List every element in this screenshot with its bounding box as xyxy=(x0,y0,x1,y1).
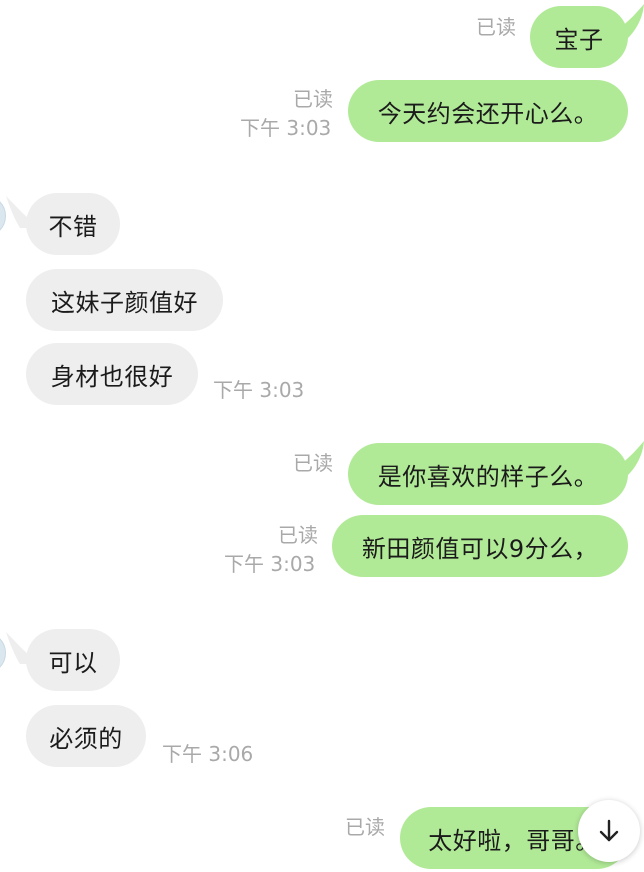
message-timestamp: 下午 3:03 xyxy=(240,116,332,140)
message-timestamp: 下午 3:03 xyxy=(213,378,305,402)
scroll-to-bottom-button[interactable] xyxy=(578,800,640,862)
message-bubble-incoming[interactable]: 身材也很好 xyxy=(26,343,198,405)
message-bubble-incoming[interactable]: 必须的 xyxy=(26,705,146,767)
message-bubble-outgoing[interactable]: 是你喜欢的样子么。 xyxy=(348,443,628,505)
read-receipt: 已读 xyxy=(278,523,318,547)
read-receipt: 已读 xyxy=(293,87,333,111)
message-timestamp: 下午 3:03 xyxy=(224,552,316,576)
chat-message-list[interactable]: 宝子 已读 今天约会还开心么。 已读 下午 3:03 不错 这妹子颜值好 身材也… xyxy=(0,0,644,872)
message-timestamp: 下午 3:06 xyxy=(162,742,254,766)
message-bubble-outgoing[interactable]: 今天约会还开心么。 xyxy=(348,80,628,142)
read-receipt: 已读 xyxy=(293,451,333,475)
message-bubble-incoming[interactable]: 不错 xyxy=(26,193,120,255)
arrow-down-icon xyxy=(599,819,619,842)
read-receipt: 已读 xyxy=(345,815,385,839)
read-receipt: 已读 xyxy=(476,15,516,39)
message-bubble-outgoing[interactable]: 宝子 xyxy=(530,6,628,68)
message-bubble-outgoing[interactable]: 新田颜值可以9分么， xyxy=(332,515,628,577)
message-bubble-incoming[interactable]: 这妹子颜值好 xyxy=(26,269,223,331)
message-bubble-incoming[interactable]: 可以 xyxy=(26,629,120,691)
